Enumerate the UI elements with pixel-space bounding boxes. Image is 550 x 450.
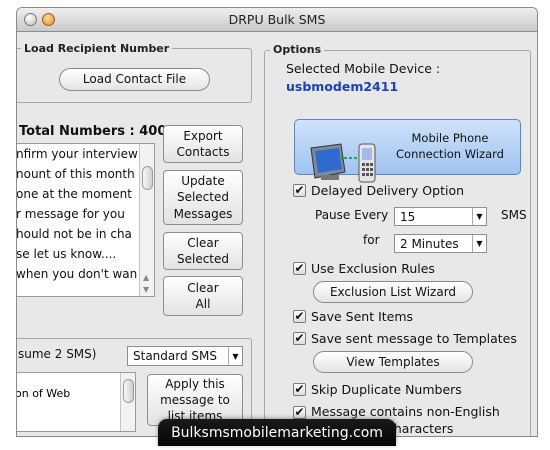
pause-every-value: 15: [400, 209, 416, 224]
scroll-up-icon[interactable]: ▲: [143, 273, 149, 282]
update-selected-messages-button[interactable]: Update Selected Messages: [163, 170, 243, 225]
sms-unit-label: SMS: [501, 208, 527, 222]
scroll-thumb[interactable]: [142, 166, 153, 190]
non-english-checkbox[interactable]: ✔: [293, 406, 306, 419]
title-bar: DRPU Bulk SMS: [17, 8, 537, 32]
mobile-connection-wizard-button[interactable]: Mobile Phone Connection Wizard: [294, 119, 521, 183]
message-list-item[interactable]: when you don't wan: [17, 264, 154, 284]
duration-value: 2 Minutes: [400, 236, 459, 251]
pause-every-label: Pause Every: [315, 208, 389, 222]
save-templates-label: Save sent message to Templates: [311, 331, 517, 346]
pause-every-select[interactable]: 15 ▼: [394, 207, 487, 226]
save-sent-checkbox[interactable]: ✔: [293, 310, 306, 323]
delayed-delivery-label: Delayed Delivery Option: [311, 183, 465, 198]
scroll-down-icon[interactable]: ▼: [143, 285, 149, 294]
skip-duplicates-label: Skip Duplicate Numbers: [311, 382, 462, 397]
website-banner: Bulksmsmobilemarketing.com: [158, 419, 396, 446]
scroll-thumb[interactable]: [123, 379, 134, 403]
computer-phone-icon: [309, 126, 379, 183]
for-label: for: [363, 233, 380, 247]
delayed-delivery-checkbox[interactable]: ✔: [293, 184, 306, 197]
message-list-item[interactable]: one at the moment: [17, 184, 154, 204]
message-text-area[interactable]: on of Web: [16, 372, 136, 432]
clear-all-button[interactable]: Clear All: [163, 276, 243, 316]
load-contact-file-button[interactable]: Load Contact File: [59, 68, 210, 91]
message-text: on of Web: [16, 387, 71, 400]
message-list-item[interactable]: nount of this month: [17, 164, 154, 184]
export-contacts-button[interactable]: Export Contacts: [163, 125, 243, 163]
chevron-down-icon: ▼: [228, 347, 242, 365]
sms-type-select[interactable]: Standard SMS ▼: [127, 346, 243, 366]
exclusion-list-wizard-button[interactable]: Exclusion List Wizard: [313, 281, 473, 303]
message-list-item[interactable]: nfirm your interview: [17, 144, 154, 164]
use-exclusion-checkbox[interactable]: ✔: [293, 262, 306, 275]
message-text-scrollbar[interactable]: [120, 373, 135, 431]
message-list-item[interactable]: hould not be in cha: [17, 224, 154, 244]
device-name: usbmodem2411: [286, 79, 399, 94]
skip-duplicates-checkbox[interactable]: ✔: [293, 383, 306, 396]
chevron-down-icon: ▼: [472, 235, 486, 252]
view-templates-button[interactable]: View Templates: [313, 351, 473, 373]
non-english-label: Message contains non-English: [311, 404, 500, 419]
selected-device-label: Selected Mobile Device :: [286, 61, 441, 76]
load-recipient-label: Load Recipient Number: [21, 42, 173, 55]
window-title: DRPU Bulk SMS: [228, 12, 326, 27]
non-english-label-line2: characters: [387, 421, 454, 436]
use-exclusion-label: Use Exclusion Rules: [311, 261, 435, 276]
sms-type-value: Standard SMS: [133, 349, 217, 363]
message-list-scrollbar[interactable]: ▲ ▼: [139, 144, 154, 296]
chevron-down-icon: ▼: [472, 208, 486, 225]
sms-count-label: sume 2 SMS): [18, 347, 97, 361]
wizard-button-label: Mobile Phone Connection Wizard: [396, 131, 504, 161]
message-list[interactable]: nfirm your interview nount of this month o…: [17, 143, 155, 297]
save-templates-checkbox[interactable]: ✔: [293, 332, 306, 345]
total-numbers-label: Total Numbers : 400: [19, 124, 167, 139]
message-list-item[interactable]: r message for you: [17, 204, 154, 224]
app-window: DRPU Bulk SMS Load Recipient Number Load…: [16, 7, 538, 437]
options-label: Options: [270, 43, 325, 56]
message-list-item[interactable]: se let us know....: [17, 244, 154, 264]
save-sent-label: Save Sent Items: [311, 309, 414, 324]
duration-select[interactable]: 2 Minutes ▼: [394, 234, 487, 253]
clear-selected-button[interactable]: Clear Selected: [163, 232, 243, 270]
